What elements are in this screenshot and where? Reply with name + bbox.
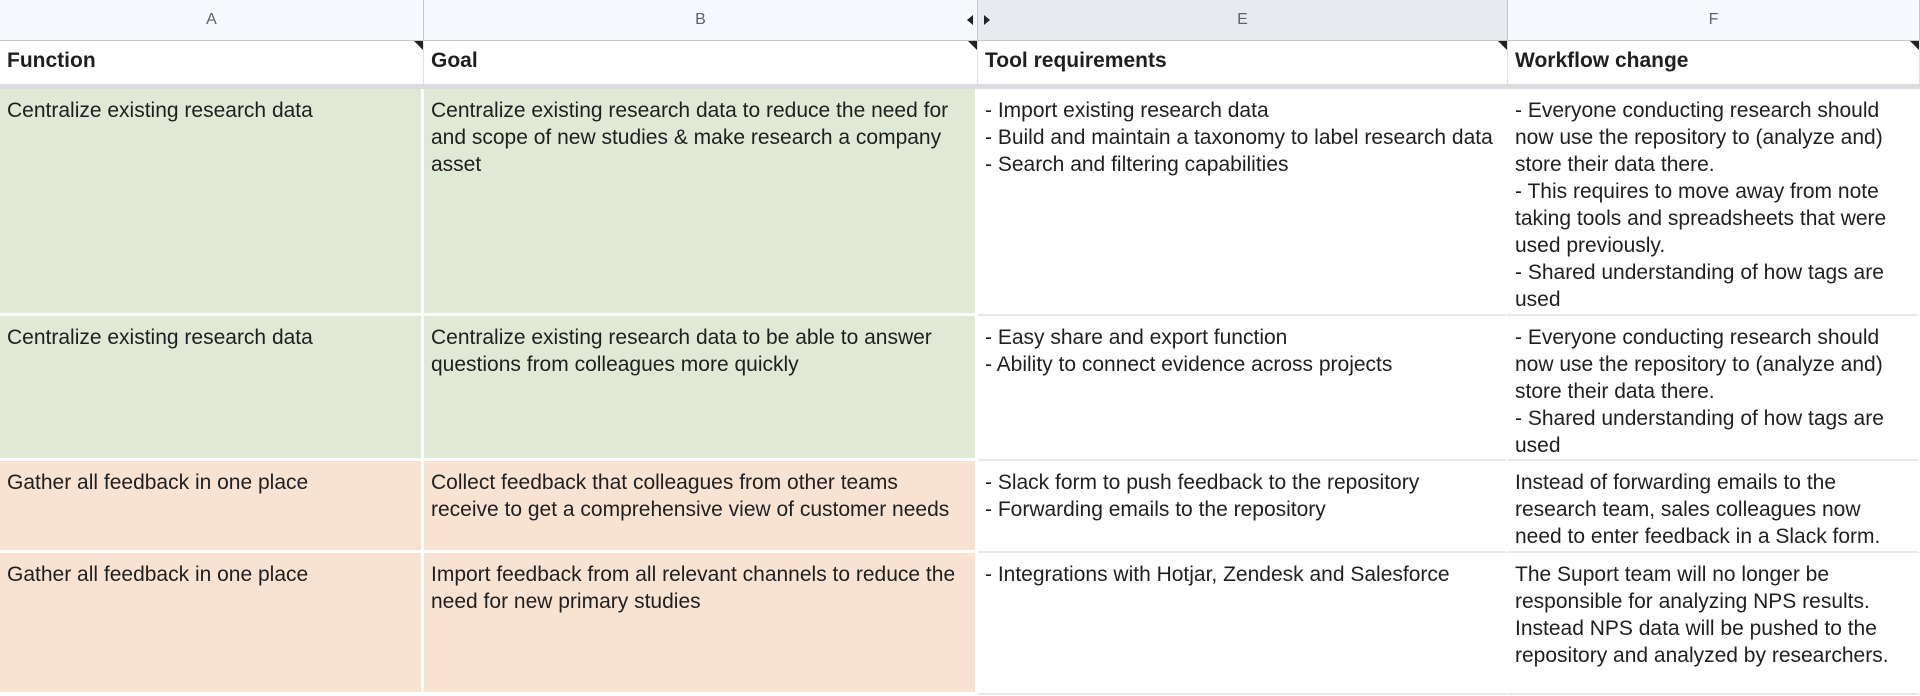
header-label: Tool requirements [985,49,1167,72]
cell-tool-requirements[interactable]: - Slack form to push feedback to the rep… [978,461,1508,553]
header-label: Workflow change [1515,49,1688,72]
header-cell-goal[interactable]: Goal [424,41,978,84]
cell-workflow-change[interactable]: The Suport team will no longer be respon… [1508,553,1920,695]
table-row: Gather all feedback in one place Collect… [0,461,1920,553]
cell-tool-requirements[interactable]: - Import existing research data - Build … [978,89,1508,316]
spreadsheet: A B E F Function Goal Tool requirements … [0,0,1920,696]
table-row: Gather all feedback in one place Import … [0,553,1920,695]
cell-goal[interactable]: Centralize existing research data to red… [424,89,978,316]
expand-hidden-columns-left-icon[interactable] [967,15,973,25]
column-letter: A [206,11,217,29]
cell-function[interactable]: Gather all feedback in one place [0,461,424,553]
filter-corner-icon [968,41,977,50]
column-header-f[interactable]: F [1508,0,1920,40]
column-letter: F [1709,11,1719,29]
cell-workflow-change[interactable]: - Everyone conducting research should no… [1508,316,1920,461]
column-header-bar: A B E F [0,0,1920,41]
header-label: Function [7,49,96,72]
table-row: Centralize existing research data Centra… [0,89,1920,316]
filter-corner-icon [414,41,423,50]
column-header-a[interactable]: A [0,0,424,40]
header-cell-workflow-change[interactable]: Workflow change [1508,41,1920,84]
cell-goal[interactable]: Collect feedback that colleagues from ot… [424,461,978,553]
cell-function[interactable]: Centralize existing research data [0,316,424,461]
cell-function[interactable]: Gather all feedback in one place [0,553,424,695]
cell-tool-requirements[interactable]: - Integrations with Hotjar, Zendesk and … [978,553,1508,695]
header-label: Goal [431,49,478,72]
table-header-row: Function Goal Tool requirements Workflow… [0,41,1920,84]
cell-tool-requirements[interactable]: - Easy share and export function - Abili… [978,316,1508,461]
table: Function Goal Tool requirements Workflow… [0,41,1920,695]
column-letter: B [695,11,706,29]
header-cell-tool-requirements[interactable]: Tool requirements [978,41,1508,84]
filter-corner-icon [1910,41,1919,50]
table-row: Centralize existing research data Centra… [0,316,1920,461]
cell-workflow-change[interactable]: Instead of forwarding emails to the rese… [1508,461,1920,553]
cell-function[interactable]: Centralize existing research data [0,89,424,316]
cell-goal[interactable]: Centralize existing research data to be … [424,316,978,461]
cell-workflow-change[interactable]: - Everyone conducting research should no… [1508,89,1920,316]
header-cell-function[interactable]: Function [0,41,424,84]
column-letter: E [1237,11,1248,29]
cell-goal[interactable]: Import feedback from all relevant channe… [424,553,978,695]
column-header-b[interactable]: B [424,0,978,40]
column-header-e[interactable]: E [978,0,1508,40]
expand-hidden-columns-right-icon[interactable] [984,15,990,25]
filter-corner-icon [1498,41,1507,50]
